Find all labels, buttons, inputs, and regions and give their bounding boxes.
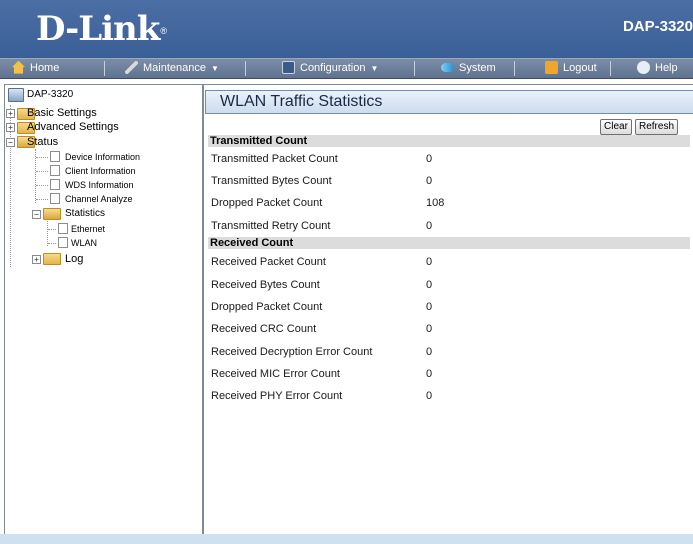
tree-line: [36, 199, 48, 200]
menu-divider: [245, 61, 246, 76]
arrows-icon: [441, 62, 454, 72]
tree-root-label[interactable]: DAP-3320: [27, 88, 73, 101]
wrench-icon: [125, 60, 138, 74]
document-icon: [58, 223, 68, 234]
header-banner: D-Link® DAP-3320: [0, 0, 693, 58]
footer-strip: [0, 534, 693, 544]
tree-item-log[interactable]: Log: [65, 253, 83, 266]
menu-divider: [610, 61, 611, 76]
stat-label: Dropped Packet Count: [211, 197, 323, 209]
refresh-button[interactable]: Refresh: [635, 119, 679, 135]
house-icon: [12, 60, 25, 74]
stat-value: 108: [426, 197, 445, 209]
stat-label: Received Decryption Error Count: [211, 346, 373, 358]
tree-item-status[interactable]: Status: [27, 136, 58, 149]
tree-item-device-information[interactable]: Device Information: [65, 151, 140, 164]
menu-help-label: Help: [655, 62, 678, 74]
collapse-icon[interactable]: −: [32, 210, 41, 219]
menu-home-label: Home: [30, 62, 60, 74]
tree-line: [36, 171, 48, 172]
tree-line: [48, 229, 56, 230]
tree-item-ethernet[interactable]: Ethernet: [71, 223, 105, 236]
menu-divider: [104, 61, 105, 76]
stat-value: 0: [426, 153, 433, 165]
stat-label: Dropped Packet Count: [211, 301, 323, 313]
tree-item-basic-settings[interactable]: Basic Settings: [27, 107, 97, 120]
collapse-icon[interactable]: −: [6, 138, 15, 147]
stat-label: Received Bytes Count: [211, 279, 320, 291]
document-icon: [50, 179, 60, 190]
stat-label: Received PHY Error Count: [211, 390, 343, 402]
section-header-received: Received Count: [208, 237, 690, 249]
stat-value: 0: [426, 346, 433, 358]
computer-icon: [8, 88, 24, 102]
menu-logout-label: Logout: [563, 62, 597, 74]
stat-label: Transmitted Packet Count: [211, 153, 338, 165]
menu-home[interactable]: Home: [12, 59, 59, 78]
chevron-down-icon: ▼: [211, 64, 219, 73]
tree-item-statistics[interactable]: Statistics: [65, 207, 105, 220]
menu-divider: [514, 61, 515, 76]
page-title-bar: WLAN Traffic Statistics: [205, 90, 693, 114]
help-icon: [637, 60, 650, 74]
tree-item-advanced-settings[interactable]: Advanced Settings: [27, 121, 119, 134]
clear-button[interactable]: Clear: [600, 119, 632, 135]
folder-open-icon: [43, 208, 61, 220]
stat-value: 0: [426, 256, 433, 268]
stat-label: Received Packet Count: [211, 256, 326, 268]
chevron-down-icon: ▼: [370, 64, 379, 73]
folder-icon: [43, 253, 61, 265]
logout-icon: [545, 60, 558, 74]
tree-item-wlan[interactable]: WLAN: [71, 237, 97, 250]
menu-maintenance[interactable]: Maintenance ▼: [125, 59, 219, 78]
section-header-transmitted: Transmitted Count: [208, 135, 690, 147]
tree-line: [36, 157, 48, 158]
stat-label: Transmitted Bytes Count: [211, 175, 332, 187]
tree-item-wds-information[interactable]: WDS Information: [65, 179, 134, 192]
stat-value: 0: [426, 390, 433, 402]
stat-value: 0: [426, 279, 433, 291]
stat-value: 0: [426, 301, 433, 313]
stat-value: 0: [426, 323, 433, 335]
stat-label: Transmitted Retry Count: [211, 220, 331, 232]
navigation-tree-panel: DAP-3320 + Basic Settings + Advanced Set…: [4, 84, 203, 536]
expand-icon[interactable]: +: [6, 109, 15, 118]
navigation-tree: DAP-3320 + Basic Settings + Advanced Set…: [5, 85, 202, 285]
menu-configuration[interactable]: Configuration ▼: [282, 59, 378, 78]
menu-system[interactable]: System: [441, 59, 496, 78]
stat-label: Received CRC Count: [211, 323, 317, 335]
model-name: DAP-3320: [622, 18, 693, 35]
tree-line: [48, 243, 56, 244]
tree-line: [36, 185, 48, 186]
menu-help[interactable]: Help: [637, 59, 678, 78]
menu-system-label: System: [459, 62, 496, 74]
logo-text: D-Link: [36, 9, 160, 49]
page-title: WLAN Traffic Statistics: [220, 93, 383, 110]
expand-icon[interactable]: +: [6, 123, 15, 132]
menu-divider: [414, 61, 415, 76]
main-content: WLAN Traffic Statistics Clear Refresh Tr…: [203, 84, 693, 534]
stat-value: 0: [426, 368, 433, 380]
document-icon: [50, 193, 60, 204]
tree-item-channel-analyze[interactable]: Channel Analyze: [65, 193, 133, 206]
floppy-icon: [282, 60, 295, 74]
tree-item-client-information[interactable]: Client Information: [65, 165, 136, 178]
menu-logout[interactable]: Logout: [545, 59, 597, 78]
tree-line: [47, 218, 48, 246]
document-icon: [50, 151, 60, 162]
document-icon: [58, 237, 68, 248]
top-menu-bar: Home Maintenance ▼ Configuration ▼ System …: [0, 58, 693, 79]
document-icon: [50, 165, 60, 176]
stat-value: 0: [426, 220, 433, 232]
dlink-logo: D-Link®: [36, 9, 167, 49]
menu-maintenance-label: Maintenance: [143, 62, 206, 74]
expand-icon[interactable]: +: [32, 255, 41, 264]
registered-mark: ®: [160, 26, 167, 36]
menu-configuration-label: Configuration: [300, 62, 366, 74]
stat-value: 0: [426, 175, 433, 187]
stat-label: Received MIC Error Count: [211, 368, 340, 380]
